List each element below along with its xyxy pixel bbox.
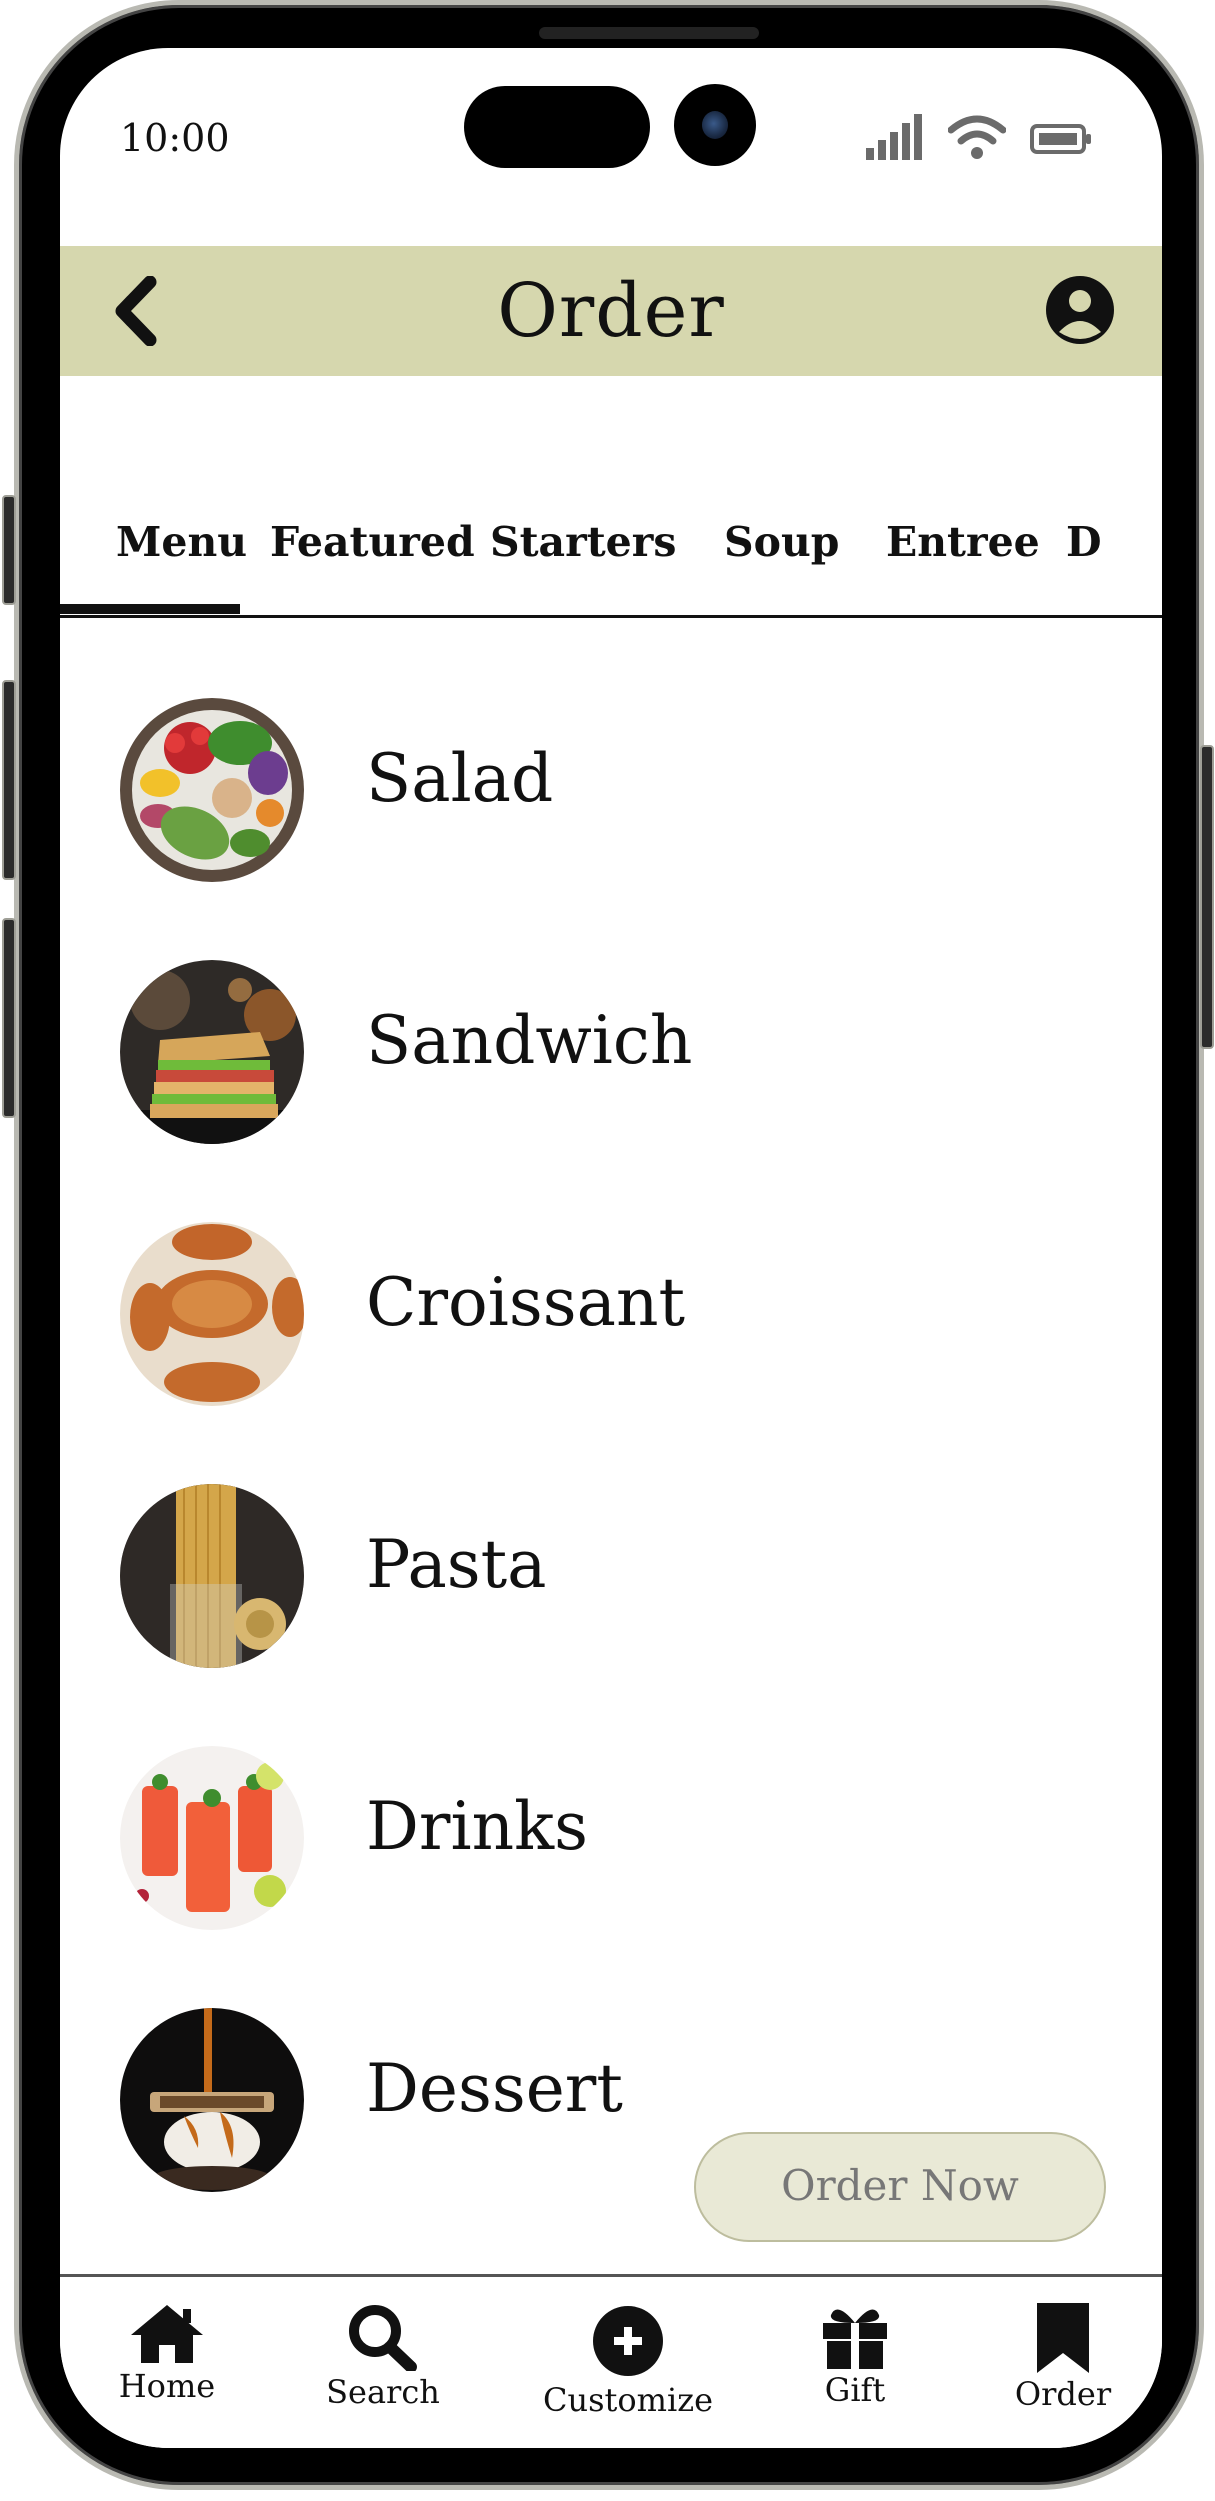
pasta-image bbox=[120, 1484, 304, 1668]
order-now-button[interactable]: Order Now bbox=[694, 2132, 1106, 2242]
sandwich-image bbox=[120, 960, 304, 1144]
tab-d[interactable]: D bbox=[1066, 518, 1102, 566]
nav-order[interactable]: Order bbox=[978, 2303, 1148, 2413]
wifi-icon bbox=[948, 115, 1006, 159]
nav-search[interactable]: Search bbox=[298, 2303, 468, 2411]
phone-screen: 10:00 Order Menu Featured Starters Soup … bbox=[60, 48, 1162, 2448]
volume-down-button bbox=[2, 918, 16, 1118]
power-button bbox=[1200, 745, 1214, 1049]
category-tabs: Menu Featured Starters Soup Entree D bbox=[60, 498, 1162, 618]
list-item-pasta[interactable]: Pasta bbox=[120, 1484, 1020, 1668]
nav-label: Order bbox=[1014, 2375, 1112, 2413]
nav-label: Home bbox=[118, 2367, 216, 2405]
dynamic-island bbox=[464, 86, 650, 168]
tab-entree[interactable]: Entree bbox=[886, 518, 1040, 566]
app-header: Order bbox=[60, 246, 1162, 376]
active-tab-indicator bbox=[60, 604, 240, 614]
home-icon bbox=[131, 2305, 203, 2363]
speaker-grille bbox=[539, 27, 759, 39]
item-label: Dessert bbox=[366, 2050, 623, 2127]
dessert-image bbox=[120, 2008, 304, 2192]
tab-starters[interactable]: Starters bbox=[490, 518, 676, 566]
page-title: Order bbox=[497, 268, 725, 354]
search-icon bbox=[349, 2305, 417, 2371]
profile-button[interactable] bbox=[1044, 274, 1116, 346]
gift-icon bbox=[823, 2309, 887, 2369]
signal-icon bbox=[866, 114, 922, 160]
bottom-nav: Home Search Customize Gift Order bbox=[60, 2274, 1162, 2448]
nav-label: Customize bbox=[542, 2381, 713, 2419]
salad-image bbox=[120, 698, 304, 882]
list-item-drinks[interactable]: Drinks bbox=[120, 1746, 1020, 1930]
list-item-salad[interactable]: Salad bbox=[120, 698, 1020, 882]
item-label: Pasta bbox=[366, 1526, 547, 1603]
nav-gift[interactable]: Gift bbox=[770, 2303, 940, 2409]
croissant-image bbox=[120, 1222, 304, 1406]
item-label: Salad bbox=[366, 740, 554, 817]
nav-label: Search bbox=[326, 2373, 440, 2411]
user-circle-icon bbox=[1046, 276, 1114, 344]
list-item-croissant[interactable]: Croissant bbox=[120, 1222, 1020, 1406]
tab-menu[interactable]: Menu bbox=[116, 518, 247, 566]
item-label: Sandwich bbox=[366, 1002, 693, 1079]
tab-soup[interactable]: Soup bbox=[724, 518, 839, 566]
mute-switch bbox=[2, 495, 16, 605]
status-icons bbox=[866, 114, 1092, 160]
drinks-image bbox=[120, 1746, 304, 1930]
nav-label: Gift bbox=[824, 2371, 886, 2409]
list-item-sandwich[interactable]: Sandwich bbox=[120, 960, 1020, 1144]
nav-home[interactable]: Home bbox=[82, 2303, 252, 2405]
volume-up-button bbox=[2, 680, 16, 880]
nav-customize[interactable]: Customize bbox=[528, 2303, 728, 2419]
status-time: 10:00 bbox=[120, 116, 230, 160]
tab-featured[interactable]: Featured bbox=[270, 518, 475, 566]
camera-icon bbox=[674, 84, 756, 166]
plus-circle-icon bbox=[593, 2306, 663, 2376]
item-label: Croissant bbox=[366, 1264, 686, 1341]
battery-icon bbox=[1030, 124, 1091, 154]
bookmark-icon bbox=[1037, 2303, 1089, 2373]
item-label: Drinks bbox=[366, 1788, 588, 1865]
